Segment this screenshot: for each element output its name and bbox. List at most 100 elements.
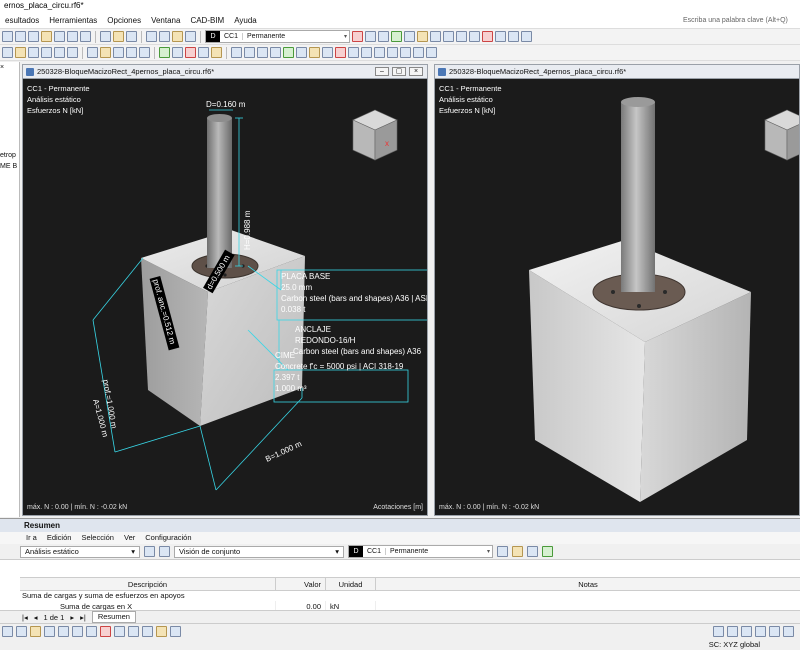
grid-view-icon[interactable]	[426, 47, 437, 58]
snap-perp-icon[interactable]	[58, 626, 69, 637]
draw-circle-icon[interactable]	[114, 626, 125, 637]
render-icon[interactable]	[139, 47, 150, 58]
results-icon[interactable]	[172, 31, 183, 42]
filter-icon[interactable]	[417, 31, 429, 42]
summary-loadcase-selector[interactable]: D CC1 Permanente ▾	[348, 545, 494, 558]
print-icon[interactable]	[100, 31, 111, 42]
draw-polyline-icon[interactable]	[100, 626, 111, 637]
grid-icon[interactable]	[2, 31, 13, 42]
tab-resumen[interactable]: Resumen	[91, 611, 136, 623]
undo-icon[interactable]	[387, 47, 398, 58]
filter-icon[interactable]	[497, 546, 509, 557]
wireframe-icon[interactable]	[283, 47, 294, 58]
hinge-icon[interactable]	[172, 47, 183, 58]
dim-icon[interactable]	[113, 47, 124, 58]
col-unit[interactable]: Unidad	[326, 578, 376, 590]
comment-icon[interactable]	[126, 47, 137, 58]
paste-icon[interactable]	[508, 31, 520, 42]
member-icon[interactable]	[41, 31, 52, 42]
snap-node-icon[interactable]	[16, 626, 27, 637]
loadcase-selector[interactable]: D CC1 Permanente ▾	[205, 30, 351, 43]
guidelines-icon[interactable]	[783, 626, 794, 637]
summary-menu-goto[interactable]: Ir a	[26, 532, 37, 544]
prev-icon[interactable]	[144, 546, 155, 557]
snap-mid-icon[interactable]	[44, 626, 55, 637]
fit-icon[interactable]	[374, 47, 385, 58]
chart-icon[interactable]	[126, 31, 137, 42]
load-arrow-icon[interactable]	[185, 47, 196, 58]
divide-icon[interactable]	[41, 47, 52, 58]
prev-icon[interactable]	[365, 31, 377, 42]
ortho-toggle-icon[interactable]	[741, 626, 752, 637]
prev-page-icon[interactable]: ◂	[34, 613, 38, 622]
camera-icon[interactable]	[361, 47, 372, 58]
copy-icon[interactable]	[495, 31, 507, 42]
table-view-icon[interactable]	[527, 546, 539, 557]
rotate-icon[interactable]	[456, 31, 468, 42]
measure-dist-icon[interactable]	[156, 626, 167, 637]
next-page-icon[interactable]: ▸	[70, 613, 74, 622]
connect-icon[interactable]	[54, 47, 65, 58]
window-icon[interactable]	[521, 31, 533, 42]
snap-toggle-icon[interactable]	[713, 626, 724, 637]
line-icon[interactable]	[28, 31, 39, 42]
measure-angle-icon[interactable]	[170, 626, 181, 637]
menu-ayuda[interactable]: Ayuda	[229, 12, 262, 29]
error-icon[interactable]	[352, 31, 364, 42]
last-page-icon[interactable]: ▸|	[80, 613, 86, 622]
support-icon[interactable]	[159, 47, 170, 58]
menu-ventana[interactable]: Ventana	[146, 12, 185, 29]
side-view-icon[interactable]	[257, 47, 268, 58]
restore-button[interactable]: ▢	[392, 67, 406, 76]
calc-icon[interactable]	[159, 31, 170, 42]
excel-icon[interactable]	[542, 546, 554, 557]
col-description[interactable]: Descripción	[20, 578, 276, 590]
move-icon[interactable]	[15, 47, 26, 58]
col-value[interactable]: Valor	[276, 578, 326, 590]
top-view-icon[interactable]	[270, 47, 281, 58]
navigator-close-icon[interactable]: ×	[0, 64, 4, 71]
col-notes[interactable]: Notas	[376, 578, 800, 590]
minimize-button[interactable]: –	[375, 67, 389, 76]
object-snap-icon[interactable]	[755, 626, 766, 637]
layer-icon[interactable]	[348, 47, 359, 58]
view-icon[interactable]	[391, 31, 403, 42]
clip-icon[interactable]	[335, 47, 346, 58]
next-icon[interactable]	[159, 546, 170, 557]
light-icon[interactable]	[322, 47, 333, 58]
workplane-icon[interactable]	[769, 626, 780, 637]
snap-grid-icon[interactable]	[2, 626, 13, 637]
shade-icon[interactable]	[296, 47, 307, 58]
summary-menu-view[interactable]: Ver	[124, 532, 135, 544]
transparency-icon[interactable]	[309, 47, 320, 58]
first-page-icon[interactable]: |◂	[22, 613, 28, 622]
snap-icon[interactable]	[87, 47, 98, 58]
view-select[interactable]: Visión de conjunto ▾	[174, 545, 344, 558]
navigator-item[interactable]: etrop	[0, 152, 16, 159]
split-view-icon[interactable]	[413, 47, 424, 58]
draw-line-icon[interactable]	[72, 626, 83, 637]
report-icon[interactable]	[113, 31, 124, 42]
snap-line-icon[interactable]	[30, 626, 41, 637]
measure-icon[interactable]	[443, 31, 455, 42]
mirror-icon[interactable]	[28, 47, 39, 58]
model-icon[interactable]	[185, 31, 196, 42]
viewport-left[interactable]: D=0.160 m H=0.988 m d=0.500 m prof. anc.…	[23, 80, 427, 515]
draw-spline-icon[interactable]	[142, 626, 153, 637]
extrude-icon[interactable]	[67, 47, 78, 58]
model-window-right[interactable]: 250328-BloqueMacizoRect_4pernos_placa_ci…	[434, 64, 800, 516]
close-button[interactable]: ×	[409, 67, 423, 76]
summary-menu-edit[interactable]: Edición	[47, 532, 72, 544]
analysis-select[interactable]: Análisis estático ▾	[20, 545, 140, 558]
node-icon[interactable]	[15, 31, 26, 42]
viewport-right[interactable]: CC1 - Permanente Análisis estático Esfue…	[435, 80, 799, 515]
menu-cad-bim[interactable]: CAD-BIM	[185, 12, 229, 29]
solid-icon[interactable]	[67, 31, 78, 42]
select-icon[interactable]	[2, 47, 13, 58]
surface-icon[interactable]	[54, 31, 65, 42]
iso-view-icon[interactable]	[231, 47, 242, 58]
summary-menu-settings[interactable]: Configuración	[145, 532, 191, 544]
next-icon[interactable]	[378, 31, 390, 42]
menu-resultados[interactable]: esultados	[0, 12, 44, 29]
model-window-left[interactable]: 250328-BloqueMacizoRect_4pernos_placa_ci…	[22, 64, 428, 516]
